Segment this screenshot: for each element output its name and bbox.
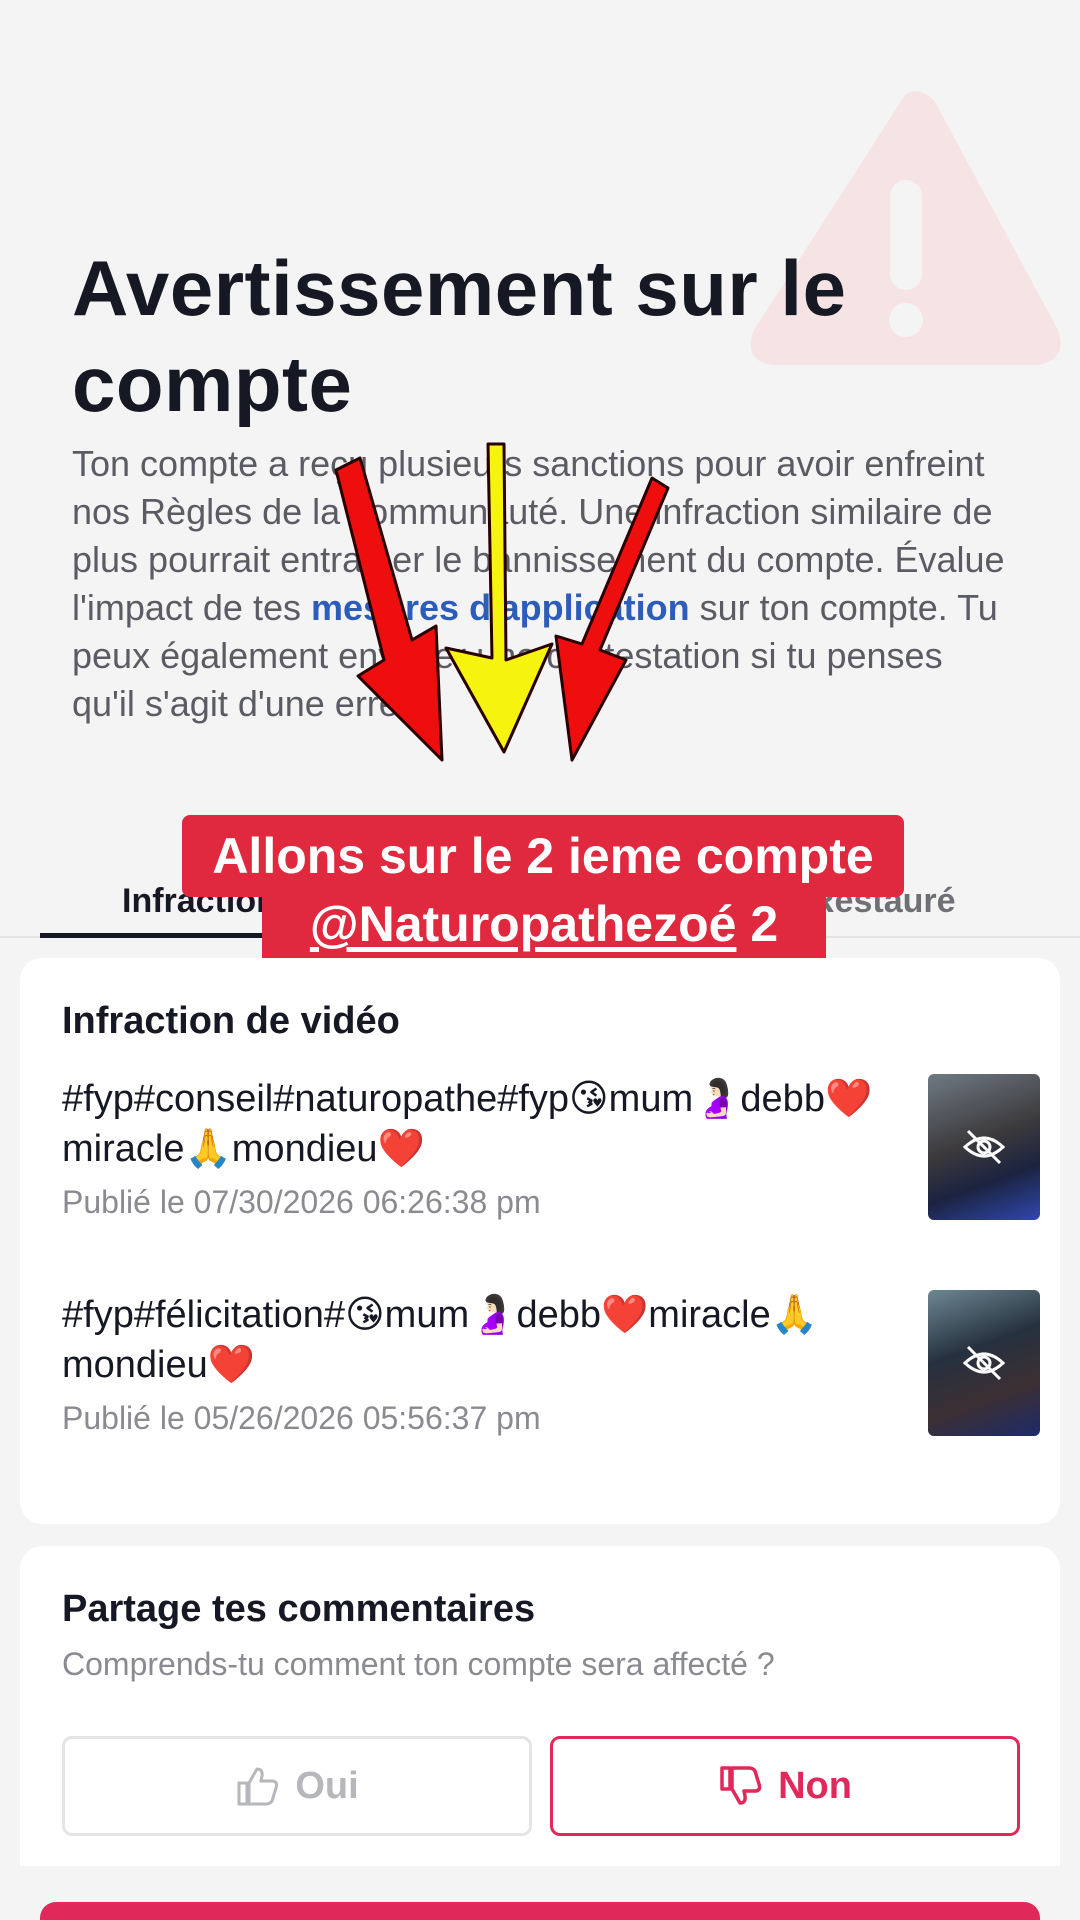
- video-caption: #fyp#félicitation#😘mum🤰🏻debb❤️miracle🙏mo…: [62, 1294, 819, 1386]
- caption-handle[interactable]: @Naturopathezoé: [310, 896, 737, 952]
- violations-title: Infraction de vidéo: [62, 1000, 400, 1042]
- feedback-card: Partage tes commentaires Comprends-tu co…: [20, 1546, 1060, 1866]
- video-caption: #fyp#conseil#naturopathe#fyp😘mum🤰🏻debb❤️…: [62, 1078, 873, 1170]
- no-label: Non: [778, 1764, 852, 1807]
- video-date: Publié le 05/26/2026 05:56:37 pm: [62, 1400, 541, 1436]
- thumbs-down-icon: [720, 1766, 762, 1805]
- active-tab-indicator: [40, 933, 300, 938]
- yes-button[interactable]: Oui: [62, 1736, 532, 1836]
- thumbs-up-icon: [237, 1767, 279, 1806]
- video-thumbnail[interactable]: [928, 1074, 1040, 1220]
- violation-item[interactable]: #fyp#félicitation#😘mum🤰🏻debb❤️miracle🙏mo…: [62, 1290, 1040, 1440]
- page-title: Avertissement sur le compte: [72, 244, 847, 428]
- violation-item[interactable]: #fyp#conseil#naturopathe#fyp😘mum🤰🏻debb❤️…: [62, 1074, 1040, 1224]
- yes-label: Oui: [295, 1764, 359, 1807]
- no-button[interactable]: Non: [550, 1736, 1020, 1836]
- video-date: Publié le 07/30/2026 06:26:38 pm: [62, 1184, 541, 1220]
- caption-line-2: @Naturopathezoé 2: [262, 883, 826, 965]
- yellow-arrow-icon: [444, 442, 554, 754]
- feedback-title: Partage tes commentaires: [62, 1588, 536, 1630]
- red-arrow-left-icon: [334, 456, 444, 762]
- submit-button-edge[interactable]: [40, 1902, 1040, 1920]
- caption-suffix: 2: [736, 896, 779, 952]
- feedback-question: Comprends-tu comment ton compte sera aff…: [62, 1646, 775, 1682]
- hidden-eye-icon: [962, 1129, 1006, 1165]
- video-thumbnail[interactable]: [928, 1290, 1040, 1436]
- hidden-eye-icon: [962, 1345, 1006, 1381]
- video-violations-card: Infraction de vidéo #fyp#conseil#naturop…: [20, 958, 1060, 1524]
- overlay-arrows: [334, 442, 670, 762]
- red-arrow-right-icon: [554, 476, 670, 762]
